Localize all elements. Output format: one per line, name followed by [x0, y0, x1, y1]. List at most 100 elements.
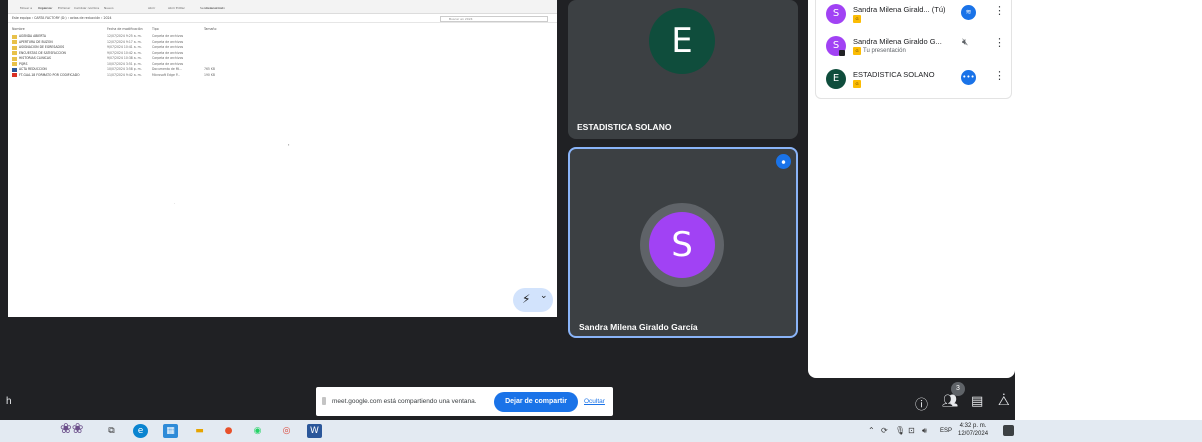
- file-type: Carpeta de archivos: [152, 39, 184, 44]
- microphone-icon[interactable]: 🎙︎: [895, 426, 905, 435]
- audio-wave-icon: ⦁: [776, 154, 791, 169]
- file-type: Documento de Mi...: [152, 67, 183, 71]
- file-name: ENCUESTAS DE SATISFACCION: [19, 50, 66, 55]
- address-path[interactable]: Este equipo › CARTA FACTORY (D:) › actas…: [12, 16, 112, 20]
- file-name: ASIGNACION DE EGRESADOS: [19, 45, 65, 49]
- ribbon-label: Abrir: [148, 6, 156, 10]
- participant-name: Sandra Milena Giraldo G...: [853, 37, 942, 46]
- file-date: 10/07/2024 3:51 p. m.: [107, 61, 142, 66]
- column-header-date[interactable]: Fecha de modificación: [107, 27, 143, 31]
- chevron-up-icon[interactable]: ⌃: [868, 426, 875, 435]
- participant-tile-active[interactable]: ⦁ S Sandra Milena Giraldo García: [568, 147, 798, 338]
- explorer-search-input[interactable]: Buscar en 2024: [440, 16, 548, 22]
- file-date: 9/07/2024 10:42 a. m.: [107, 50, 142, 55]
- info-icon[interactable]: ⓘ: [915, 394, 928, 413]
- file-type: Carpeta de archivos: [152, 50, 184, 55]
- chat-icon[interactable]: ▤: [971, 394, 983, 409]
- host-badge: G: [853, 15, 861, 23]
- sync-icon[interactable]: ⟳: [881, 426, 888, 435]
- file-date: 9/07/2024 10:41 a. m.: [107, 45, 142, 49]
- file-date: 11/07/2024 9:42 a. m.: [107, 72, 142, 77]
- chevron-down-icon: ⌄: [540, 291, 548, 301]
- clock-date: 12/07/2024: [958, 431, 989, 437]
- file-row[interactable]: APERTURA DE BUZON 12/07/2024 9:17 a. m. Ca…: [12, 40, 232, 45]
- hide-button[interactable]: Ocultar: [584, 398, 605, 405]
- meeting-code-fragment: h: [6, 396, 12, 407]
- file-size: 190 KB: [204, 72, 216, 77]
- sparkle-icon: ⚡: [522, 292, 531, 306]
- people-icon[interactable]: 👥︎: [942, 394, 959, 409]
- language-indicator[interactable]: ESP: [940, 428, 952, 434]
- firefox-icon[interactable]: ●: [221, 424, 236, 438]
- file-name: FT-GAA-18 FORMATO POR CODIFICADO: [19, 72, 80, 77]
- lavender-decoration-icon: ❀❀: [60, 421, 84, 437]
- more-options-icon[interactable]: ⋮: [994, 4, 1005, 17]
- avatar: S: [649, 212, 715, 278]
- avatar: E: [649, 8, 715, 74]
- file-row[interactable]: ACTA REDUCCION 10/07/2024 3:58 p. m. Docum…: [12, 67, 232, 72]
- more-options-icon[interactable]: ⋮: [994, 69, 1005, 82]
- folder-icon: [12, 62, 17, 67]
- address-bar[interactable]: Este equipo › CARTA FACTORY (D:) › actas…: [8, 15, 557, 23]
- participant-row[interactable]: S Sandra Milena Giraldo G... G Tu presen…: [816, 34, 1013, 64]
- volume-icon[interactable]: 🔊︎: [922, 426, 927, 436]
- file-row[interactable]: AGENDA ABIERTA 12/07/2024 9:25 a. m. Carpe…: [12, 34, 232, 39]
- folder-icon: [12, 34, 17, 39]
- word-icon[interactable]: W: [307, 424, 322, 438]
- presenting-icon: [839, 50, 845, 56]
- clock-time: 4:32 p. m.: [959, 423, 987, 429]
- ribbon-label: Editar: [176, 6, 185, 10]
- meet-stage: Mover a Copiar a Eliminar Cambiar nombre…: [0, 0, 1015, 420]
- ribbon-group-label: Organizar: [38, 6, 53, 10]
- file-name: HISTORIAS CLINICAS: [19, 56, 51, 60]
- shared-window: Mover a Copiar a Eliminar Cambiar nombre…: [8, 0, 557, 317]
- participant-tile[interactable]: E ESTADISTICA SOLANO: [568, 0, 798, 139]
- mic-off-icon: 🔇︎: [962, 37, 969, 48]
- edge-icon[interactable]: e: [133, 424, 148, 438]
- store-icon[interactable]: ▦: [163, 424, 178, 438]
- word-file-icon: [12, 67, 17, 72]
- reactions-button[interactable]: ⚡ ⌄: [513, 288, 553, 312]
- column-header-name[interactable]: Nombre: [12, 27, 25, 31]
- ribbon-label: Mover a: [20, 6, 33, 10]
- windows-taskbar: ❀❀ ⧉ e ▦ ▬ ● ◉ ◎ W ⌃ ⟳ 🎙︎ ⊡ 🔊︎ ESP 4:32 …: [0, 420, 1202, 442]
- file-name: PQRS: [19, 61, 28, 66]
- more-dots-icon: •••: [961, 70, 976, 85]
- file-row[interactable]: ENCUESTAS DE SATISFACCION 9/07/2024 10:42…: [12, 51, 232, 56]
- whatsapp-icon[interactable]: ◉: [250, 424, 265, 438]
- notifications-icon[interactable]: [1003, 425, 1014, 436]
- ribbon-group-label: Seleccionar: [206, 6, 224, 10]
- folder-icon: [12, 51, 17, 56]
- file-explorer-icon[interactable]: ▬: [192, 424, 207, 438]
- column-header-type[interactable]: Tipo: [152, 27, 159, 31]
- file-row[interactable]: FT-GAA-18 FORMATO POR CODIFICADO 11/07/20…: [12, 73, 232, 78]
- file-row[interactable]: ASIGNACION DE EGRESADOS 9/07/2024 10:41 a…: [12, 45, 232, 50]
- more-options-icon[interactable]: ⋮: [994, 36, 1005, 49]
- participant-row[interactable]: S Sandra Milena Girald... (Tú) G ≋ ⋮: [816, 2, 1013, 32]
- screen: Mover a Copiar a Eliminar Cambiar nombre…: [0, 0, 1202, 442]
- folder-icon: [12, 45, 17, 50]
- file-type: Carpeta de archivos: [152, 45, 184, 49]
- network-icon[interactable]: ⊡: [908, 426, 915, 435]
- participant-name: ESTADISTICA SOLANO: [853, 70, 935, 79]
- activities-icon[interactable]: ⧊: [998, 394, 1010, 409]
- chrome-icon[interactable]: ◎: [279, 424, 294, 438]
- participant-row[interactable]: E ESTADISTICA SOLANO G ••• ⋮: [816, 67, 1013, 97]
- pdf-file-icon: [12, 73, 17, 78]
- file-date: 9/07/2024 10:38 a. m.: [107, 56, 142, 60]
- file-name: ACTA REDUCCION: [19, 67, 47, 71]
- drag-handle-icon[interactable]: [322, 397, 326, 405]
- task-view-icon[interactable]: ⧉: [104, 424, 119, 438]
- tile-name: Sandra Milena Giraldo García: [579, 322, 698, 332]
- clock[interactable]: 4:32 p. m. 12/07/2024: [958, 422, 988, 438]
- ribbon-group-label: Abrir: [168, 6, 176, 10]
- column-header-size[interactable]: Tamaño: [204, 27, 216, 31]
- file-type: Carpeta de archivos: [152, 56, 184, 60]
- file-date: 12/07/2024 9:17 a. m.: [107, 39, 142, 44]
- stop-sharing-button[interactable]: Dejar de compartir: [494, 392, 578, 412]
- file-row[interactable]: PQRS 10/07/2024 3:51 p. m. Carpeta de arch…: [12, 62, 232, 67]
- host-badge: G: [853, 80, 861, 88]
- audio-wave-icon: ≋: [961, 5, 976, 20]
- file-type: Microsoft Edge P...: [152, 72, 181, 77]
- file-row[interactable]: HISTORIAS CLINICAS 9/07/2024 10:38 a. m. C…: [12, 56, 232, 61]
